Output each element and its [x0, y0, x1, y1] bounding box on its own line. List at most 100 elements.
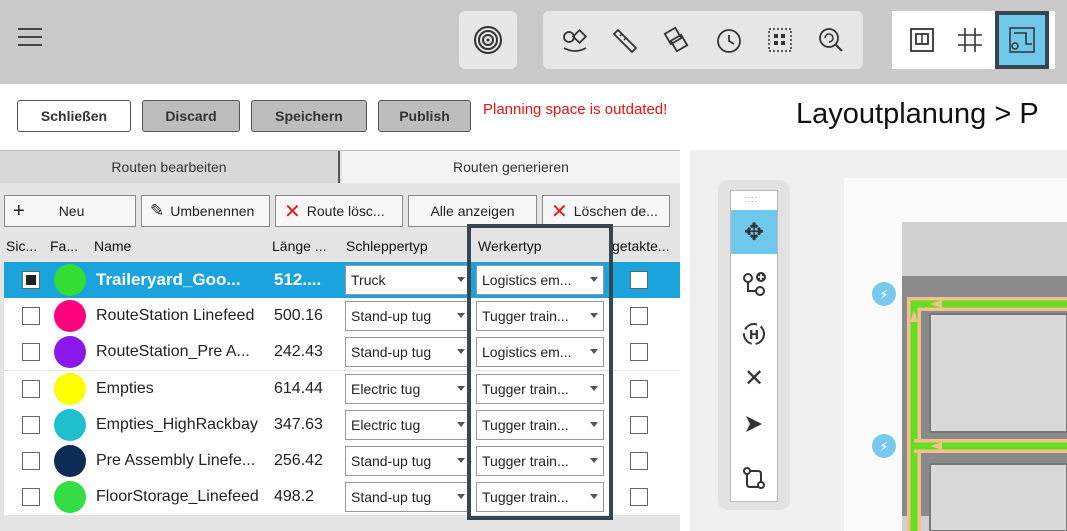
route-name[interactable]: Traileryard_Goo... — [96, 262, 272, 298]
clocked-checkbox[interactable] — [630, 343, 648, 361]
worker-type-dropdown[interactable]: Tugger train... — [476, 410, 604, 440]
tug-type-dropdown[interactable]: Stand-up tug — [345, 446, 471, 476]
chevron-down-icon — [457, 277, 465, 282]
column-header-name[interactable]: Name — [94, 231, 264, 261]
direction-arrow-icon[interactable] — [731, 402, 777, 446]
tug-type-dropdown[interactable]: Electric tug — [345, 374, 471, 404]
visible-checkbox[interactable] — [22, 307, 40, 325]
route-path-icon[interactable] — [731, 456, 777, 500]
route-color-swatch[interactable] — [54, 300, 86, 332]
route-layout-icon[interactable] — [994, 11, 1049, 69]
visible-checkbox[interactable] — [22, 380, 40, 398]
clocked-checkbox[interactable] — [630, 488, 648, 506]
svg-text:⚡: ⚡ — [879, 288, 888, 303]
delete-route-button[interactable]: ✕ Route lösc... — [275, 195, 403, 227]
publish-button[interactable]: Publish — [378, 100, 471, 132]
route-color-swatch[interactable] — [54, 481, 86, 513]
table-row[interactable]: FloorStorage_Linefeed 498.2 Stand-up tug… — [4, 479, 680, 515]
chevron-down-icon — [590, 422, 598, 427]
table-row[interactable]: Empties 614.44 Electric tug Tugger train… — [4, 371, 680, 407]
route-name[interactable]: Pre Assembly Linefe... — [96, 443, 272, 479]
ruler-pencil-icon[interactable] — [606, 20, 646, 60]
discard-button[interactable]: Discard — [142, 100, 240, 132]
visible-checkbox[interactable] — [22, 488, 40, 506]
column-header-clocked[interactable]: getakte... — [612, 231, 678, 261]
close-button[interactable]: Schließen — [17, 100, 131, 132]
worker-type-dropdown[interactable]: Tugger train... — [476, 374, 604, 404]
route-color-swatch[interactable] — [54, 336, 86, 368]
layers-rotate-icon[interactable] — [657, 20, 697, 60]
tug-type-dropdown[interactable]: Truck — [345, 265, 471, 295]
chevron-down-icon — [457, 458, 465, 463]
route-length: 614.44 — [274, 380, 323, 397]
shapes-route-icon[interactable] — [555, 20, 595, 60]
column-header-color[interactable]: Fa... — [50, 231, 88, 261]
column-header-visible[interactable]: Sic... — [6, 231, 46, 261]
move-arrows-icon[interactable]: ✥ — [731, 210, 777, 254]
delete-all-button[interactable]: ✕ Löschen de... — [542, 195, 670, 227]
show-all-button[interactable]: Alle anzeigen — [408, 195, 537, 227]
worker-type-dropdown[interactable]: Tugger train... — [476, 446, 604, 476]
column-header-worker-type[interactable]: Werkertyp — [478, 231, 598, 261]
clock-icon[interactable] — [709, 20, 749, 60]
clocked-checkbox[interactable] — [630, 380, 648, 398]
cut-icon[interactable]: ✕ — [731, 356, 777, 400]
top-toolbar — [0, 0, 1067, 84]
route-name[interactable]: Empties_HighRackbay — [96, 407, 272, 443]
route-length: 512.... — [274, 270, 322, 289]
route-color-swatch[interactable] — [54, 373, 86, 405]
chevron-down-icon — [457, 386, 465, 391]
hamburger-menu-icon[interactable] — [18, 28, 42, 50]
frame-icon[interactable] — [902, 20, 942, 60]
target-rings-icon[interactable] — [468, 20, 508, 60]
table-row[interactable]: Traileryard_Goo... 512.... Truck Logisti… — [4, 262, 680, 298]
tug-type-dropdown[interactable]: Stand-up tug — [345, 337, 471, 367]
pencil-icon: ✎ — [150, 201, 165, 220]
tug-type-dropdown[interactable]: Electric tug — [345, 410, 471, 440]
route-name[interactable]: RouteStation Linefeed — [96, 298, 272, 334]
route-color-swatch[interactable] — [54, 264, 86, 296]
svg-text:H: H — [749, 328, 759, 342]
column-header-tug-type[interactable]: Schleppertyp — [346, 231, 466, 261]
table-row[interactable]: RouteStation Linefeed 500.16 Stand-up tu… — [4, 298, 680, 334]
worker-type-dropdown[interactable]: Logistics em... — [476, 265, 604, 295]
table-row[interactable]: RouteStation_Pre A... 242.43 Stand-up tu… — [4, 334, 680, 370]
layout-sheet: ⚡ ⚡ — [844, 178, 1067, 531]
clocked-checkbox[interactable] — [630, 452, 648, 470]
close-x-icon: ✕ — [284, 200, 301, 223]
table-row[interactable]: Pre Assembly Linefe... 256.42 Stand-up t… — [4, 443, 680, 479]
rename-route-button[interactable]: ✎ Umbenennen — [141, 195, 270, 227]
visible-checkbox[interactable] — [22, 416, 40, 434]
table-row[interactable]: Empties_HighRackbay 347.63 Electric tug … — [4, 407, 680, 443]
route-color-swatch[interactable] — [54, 409, 86, 441]
clocked-checkbox[interactable] — [630, 271, 648, 289]
breadcrumb: Layoutplanung > P — [796, 98, 1039, 130]
route-name[interactable]: Empties — [96, 371, 272, 407]
clocked-checkbox[interactable] — [630, 307, 648, 325]
drag-grip-icon[interactable]: :::: — [744, 194, 758, 204]
save-button[interactable]: Speichern — [251, 100, 367, 132]
visible-checkbox[interactable] — [22, 271, 40, 289]
worker-type-dropdown[interactable]: Tugger train... — [476, 301, 604, 331]
grid-select-icon[interactable] — [760, 20, 800, 60]
new-route-button[interactable]: + Neu — [4, 195, 136, 227]
zoom-refresh-icon[interactable] — [811, 20, 851, 60]
close-x-icon: ✕ — [551, 200, 568, 223]
route-length: 498.2 — [274, 488, 315, 505]
worker-type-dropdown[interactable]: Logistics em... — [476, 337, 604, 367]
tug-type-dropdown[interactable]: Stand-up tug — [345, 482, 471, 512]
route-name[interactable]: FloorStorage_Linefeed — [96, 479, 272, 515]
column-header-length[interactable]: Länge ... — [272, 231, 340, 261]
clocked-checkbox[interactable] — [630, 416, 648, 434]
route-color-swatch[interactable] — [54, 445, 86, 477]
route-name[interactable]: RouteStation_Pre A... — [96, 334, 272, 370]
tab-generate-routes[interactable]: Routen generieren — [342, 151, 680, 183]
visible-checkbox[interactable] — [22, 452, 40, 470]
grid-icon[interactable] — [950, 20, 990, 60]
tug-type-dropdown[interactable]: Stand-up tug — [345, 301, 471, 331]
hub-rotate-icon[interactable]: H — [731, 312, 777, 356]
tab-edit-routes[interactable]: Routen bearbeiten — [0, 151, 340, 183]
add-node-icon[interactable] — [731, 262, 777, 306]
worker-type-dropdown[interactable]: Tugger train... — [476, 482, 604, 512]
visible-checkbox[interactable] — [22, 343, 40, 361]
